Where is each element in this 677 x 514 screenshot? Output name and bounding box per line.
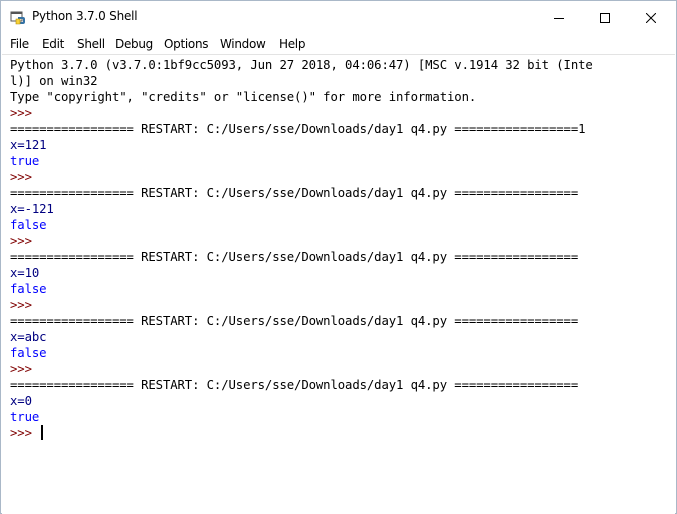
shell-prompt: >>>	[10, 170, 40, 184]
menu-bar: File Edit Shell Debug Options Window Hel…	[1, 35, 676, 54]
shell-prompt: >>>	[10, 234, 40, 248]
input-echo-line: x=121	[10, 138, 47, 152]
menu-edit[interactable]: Edit	[42, 37, 64, 51]
output-line: false	[10, 346, 47, 360]
restart-line: ================= RESTART: C:/Users/sse/…	[10, 314, 579, 328]
python-icon	[10, 10, 26, 26]
input-echo-line: x=abc	[10, 330, 47, 344]
shell-prompt: >>>	[10, 298, 40, 312]
menu-file[interactable]: File	[10, 37, 29, 51]
shell-text-area[interactable]: Python 3.7.0 (v3.7.0:1bf9cc5093, Jun 27 …	[2, 54, 675, 514]
maximize-icon	[600, 13, 610, 23]
banner-line: l)] on win32	[10, 74, 98, 88]
shell-window: Python 3.7.0 Shell File Edit Shell Debug…	[0, 0, 677, 514]
banner-line: Type "copyright", "credits" or "license(…	[10, 90, 477, 104]
text-cursor	[41, 425, 43, 440]
maximize-button[interactable]	[582, 1, 628, 35]
title-bar[interactable]: Python 3.7.0 Shell	[1, 1, 676, 35]
input-echo-line: x=10	[10, 266, 40, 280]
menu-debug[interactable]: Debug	[115, 37, 153, 51]
restart-line: ================= RESTART: C:/Users/sse/…	[10, 250, 579, 264]
restart-line: ================= RESTART: C:/Users/sse/…	[10, 122, 586, 136]
shell-prompt: >>>	[10, 106, 40, 120]
banner-line: Python 3.7.0 (v3.7.0:1bf9cc5093, Jun 27 …	[10, 58, 593, 72]
restart-line: ================= RESTART: C:/Users/sse/…	[10, 186, 579, 200]
output-line: false	[10, 218, 47, 232]
output-line: false	[10, 282, 47, 296]
minimize-icon	[554, 13, 564, 23]
input-echo-line: x=-121	[10, 202, 54, 216]
input-echo-line: x=0	[10, 394, 32, 408]
menu-window[interactable]: Window	[220, 37, 266, 51]
output-line: true	[10, 410, 40, 424]
minimize-button[interactable]	[536, 1, 582, 35]
menu-shell[interactable]: Shell	[77, 37, 105, 51]
close-button[interactable]	[628, 1, 674, 35]
window-title: Python 3.7.0 Shell	[32, 9, 138, 23]
menu-options[interactable]: Options	[164, 37, 209, 51]
menu-help[interactable]: Help	[279, 37, 305, 51]
close-icon	[646, 13, 656, 23]
restart-line: ================= RESTART: C:/Users/sse/…	[10, 378, 579, 392]
output-line: true	[10, 154, 40, 168]
shell-prompt: >>>	[10, 426, 40, 440]
shell-prompt: >>>	[10, 362, 40, 376]
